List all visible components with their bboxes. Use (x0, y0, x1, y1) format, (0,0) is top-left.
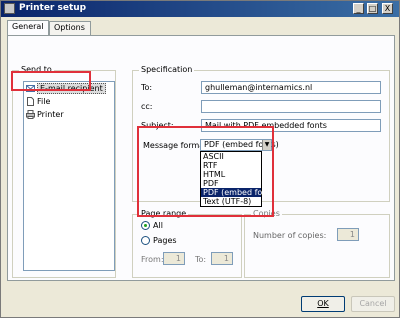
copies-group: Copies Number of copies: 1 (244, 209, 390, 278)
send-to-group: Send to E-mail recipient File Printer (12, 65, 116, 278)
list-item-printer[interactable]: Printer (26, 110, 64, 121)
ok-button-label: OK (317, 299, 329, 308)
number-of-copies-field[interactable]: 1 (337, 228, 359, 241)
message-format-highlight (137, 126, 274, 217)
close-button[interactable]: X (382, 3, 393, 14)
cc-label: cc: (141, 102, 153, 111)
list-item-label: Printer (37, 110, 64, 119)
to-field[interactable]: ghulleman@internamics.nl (201, 81, 381, 94)
tab-options[interactable]: Options (49, 21, 91, 35)
send-to-list[interactable]: E-mail recipient File Printer (23, 81, 115, 271)
printer-setup-icon (4, 3, 15, 14)
radio-pages-label: Pages (153, 236, 177, 245)
ok-button[interactable]: OK (301, 296, 345, 312)
maximize-button[interactable]: □ (367, 3, 378, 14)
title-bar: Printer setup _ □ X (1, 1, 399, 17)
to-page-label: To: (195, 255, 207, 264)
list-item-file[interactable]: File (26, 97, 50, 108)
to-label: To: (141, 83, 153, 92)
minimize-button[interactable]: _ (353, 3, 364, 14)
printer-icon (26, 110, 35, 119)
cc-field[interactable] (201, 100, 381, 113)
cancel-button[interactable]: Cancel (351, 296, 395, 312)
window-title: Printer setup (19, 3, 87, 13)
number-of-copies-label: Number of copies: (253, 231, 327, 240)
from-field[interactable]: 1 (163, 252, 185, 265)
from-label: From: (141, 255, 164, 264)
list-item-label: File (37, 97, 51, 106)
radio-pages[interactable] (141, 236, 150, 245)
page-range-group: Page range All Pages From: 1 To: 1 (132, 209, 242, 278)
tab-general[interactable]: General (7, 20, 49, 35)
file-icon (26, 97, 35, 106)
email-recipient-highlight (11, 71, 91, 91)
to-page-field[interactable]: 1 (211, 252, 233, 265)
radio-all[interactable] (141, 221, 150, 230)
radio-all-label: All (153, 221, 163, 230)
printer-setup-dialog: Printer setup _ □ X General Options Send… (0, 0, 400, 318)
specification-label: Specification (139, 65, 195, 74)
